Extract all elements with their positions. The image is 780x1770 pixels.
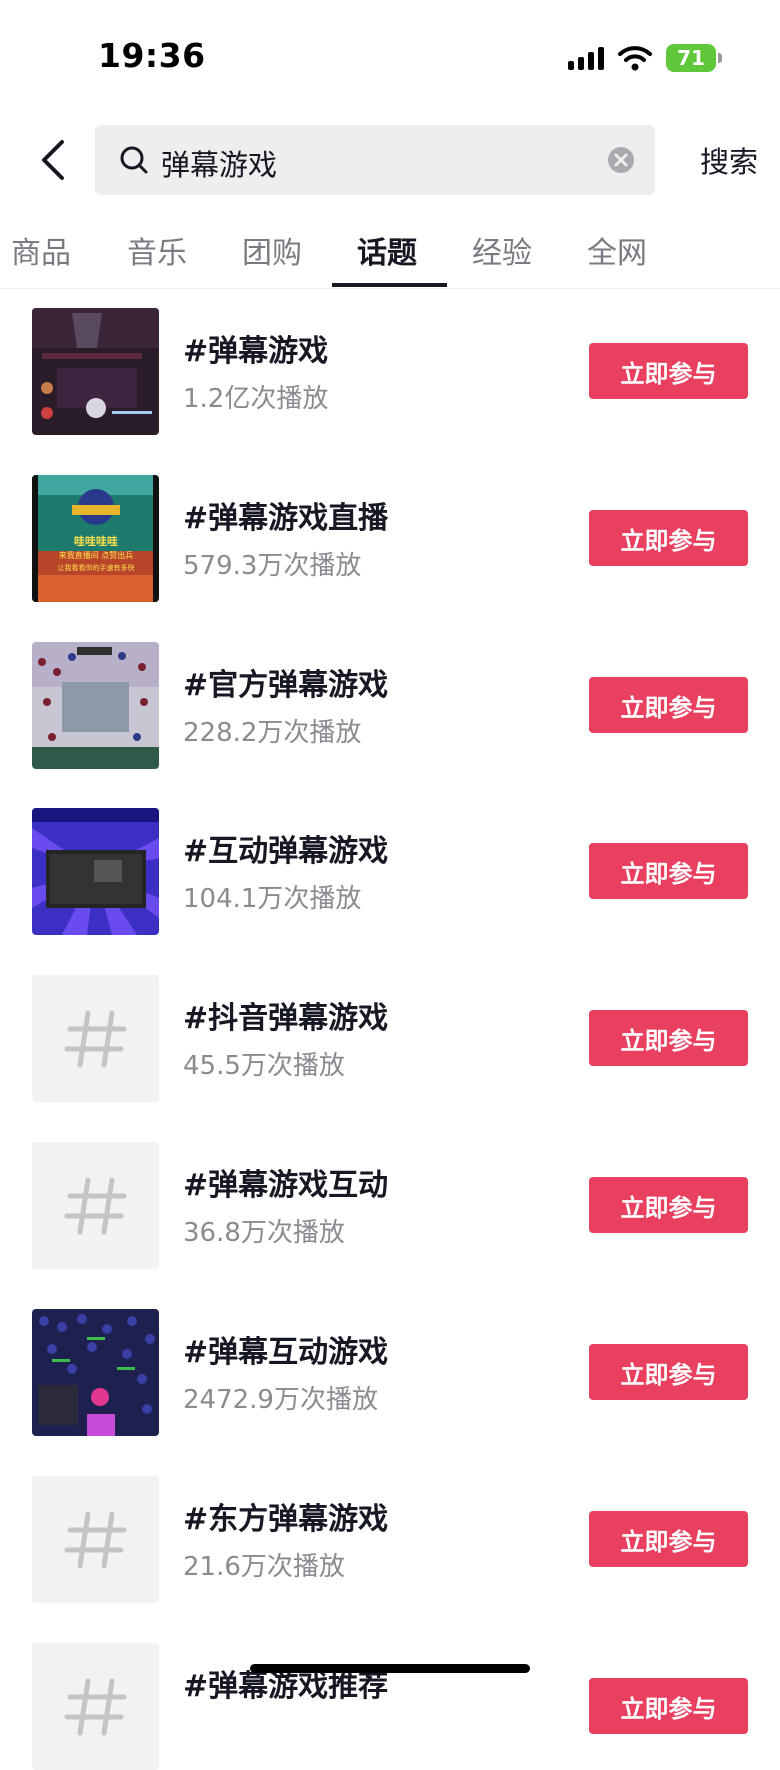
join-button[interactable]: 立即参与 bbox=[589, 343, 748, 399]
tab-music[interactable]: 音乐 bbox=[127, 228, 187, 272]
topic-row[interactable]: #抖音弹幕游戏 45.5万次播放 立即参与 bbox=[0, 973, 780, 1102]
battery-icon: 71 bbox=[666, 44, 722, 72]
wifi-icon bbox=[618, 46, 652, 71]
topic-row[interactable]: #东方弹幕游戏 21.6万次播放 立即参与 bbox=[0, 1474, 780, 1603]
topic-play-count: 36.8万次播放 bbox=[183, 1218, 345, 1248]
topic-title: #弹幕互动游戏 bbox=[183, 1335, 389, 1370]
tab-goods[interactable]: 商品 bbox=[11, 228, 71, 272]
signal-icon bbox=[568, 46, 604, 70]
thumb-text: 让我看看你的手速有多快 bbox=[58, 563, 135, 572]
join-button[interactable]: 立即参与 bbox=[589, 677, 748, 733]
status-time: 19:36 bbox=[98, 36, 206, 75]
clear-icon[interactable] bbox=[607, 146, 635, 174]
active-tab-indicator bbox=[332, 283, 447, 287]
join-button[interactable]: 立即参与 bbox=[589, 510, 748, 566]
topic-play-count: 579.3万次播放 bbox=[183, 551, 362, 581]
thumb-text: 哇哇哇哇 bbox=[74, 534, 118, 548]
join-button[interactable]: 立即参与 bbox=[589, 1177, 748, 1233]
join-button[interactable]: 立即参与 bbox=[589, 1010, 748, 1066]
join-button[interactable]: 立即参与 bbox=[589, 1511, 748, 1567]
topic-play-count: 45.5万次播放 bbox=[183, 1051, 345, 1081]
topic-thumbnail bbox=[32, 308, 159, 435]
join-button[interactable]: 立即参与 bbox=[589, 843, 748, 899]
topic-title: #东方弹幕游戏 bbox=[183, 1502, 389, 1537]
search-icon bbox=[120, 146, 148, 174]
topic-row[interactable]: #官方弹幕游戏 228.2万次播放 立即参与 bbox=[0, 640, 780, 769]
hash-icon bbox=[32, 1142, 159, 1269]
topic-row[interactable]: #互动弹幕游戏 104.1万次播放 立即参与 bbox=[0, 806, 780, 935]
status-icons: 71 bbox=[568, 40, 722, 76]
topic-row[interactable]: #弹幕游戏推荐 立即参与 bbox=[0, 1641, 780, 1770]
topic-row[interactable]: #弹幕互动游戏 2472.9万次播放 立即参与 bbox=[0, 1307, 780, 1436]
topic-row[interactable]: #弹幕游戏互动 36.8万次播放 立即参与 bbox=[0, 1140, 780, 1269]
topic-title: #抖音弹幕游戏 bbox=[183, 1001, 389, 1036]
topic-row[interactable]: #弹幕游戏 1.2亿次播放 立即参与 bbox=[0, 306, 780, 435]
join-button[interactable]: 立即参与 bbox=[589, 1344, 748, 1400]
topic-row[interactable]: 哇哇哇哇 来我直播间 点赞出兵 让我看看你的手速有多快 #弹幕游戏直播 579.… bbox=[0, 473, 780, 602]
topic-title: #互动弹幕游戏 bbox=[183, 834, 389, 869]
battery-level: 71 bbox=[677, 46, 705, 70]
tab-topics[interactable]: 话题 bbox=[357, 228, 417, 272]
search-header: 弹幕游戏 搜索 bbox=[0, 122, 780, 198]
status-bar: 19:36 71 bbox=[0, 0, 780, 110]
category-tabs: 商品 音乐 团购 话题 经验 全网 bbox=[0, 220, 780, 289]
tab-experience[interactable]: 经验 bbox=[472, 228, 532, 272]
topic-thumbnail: 哇哇哇哇 来我直播间 点赞出兵 让我看看你的手速有多快 bbox=[32, 475, 159, 602]
topic-title: #弹幕游戏 bbox=[183, 334, 329, 369]
topic-play-count: 2472.9万次播放 bbox=[183, 1385, 378, 1415]
topic-play-count: 228.2万次播放 bbox=[183, 718, 362, 748]
tab-all-web[interactable]: 全网 bbox=[587, 228, 647, 272]
topic-play-count: 104.1万次播放 bbox=[183, 884, 362, 914]
topic-play-count: 1.2亿次播放 bbox=[183, 384, 329, 414]
search-query: 弹幕游戏 bbox=[161, 148, 278, 182]
join-button[interactable]: 立即参与 bbox=[589, 1678, 748, 1734]
topic-thumbnail bbox=[32, 808, 159, 935]
topic-thumbnail bbox=[32, 642, 159, 769]
topic-title: #官方弹幕游戏 bbox=[183, 668, 389, 703]
topic-play-count: 21.6万次播放 bbox=[183, 1552, 345, 1582]
topic-thumbnail bbox=[32, 1309, 159, 1436]
hash-icon bbox=[32, 1643, 159, 1770]
topic-title: #弹幕游戏互动 bbox=[183, 1168, 389, 1203]
hash-icon bbox=[32, 975, 159, 1102]
tab-group-buy[interactable]: 团购 bbox=[242, 228, 302, 272]
hash-icon bbox=[32, 1476, 159, 1603]
search-button[interactable]: 搜索 bbox=[700, 139, 758, 181]
back-arrow-icon bbox=[42, 140, 64, 180]
home-indicator bbox=[250, 1664, 530, 1673]
back-button[interactable] bbox=[30, 130, 76, 190]
topic-title: #弹幕游戏直播 bbox=[183, 501, 389, 536]
thumb-text: 来我直播间 点赞出兵 bbox=[59, 550, 134, 560]
search-input[interactable]: 弹幕游戏 bbox=[95, 125, 655, 195]
